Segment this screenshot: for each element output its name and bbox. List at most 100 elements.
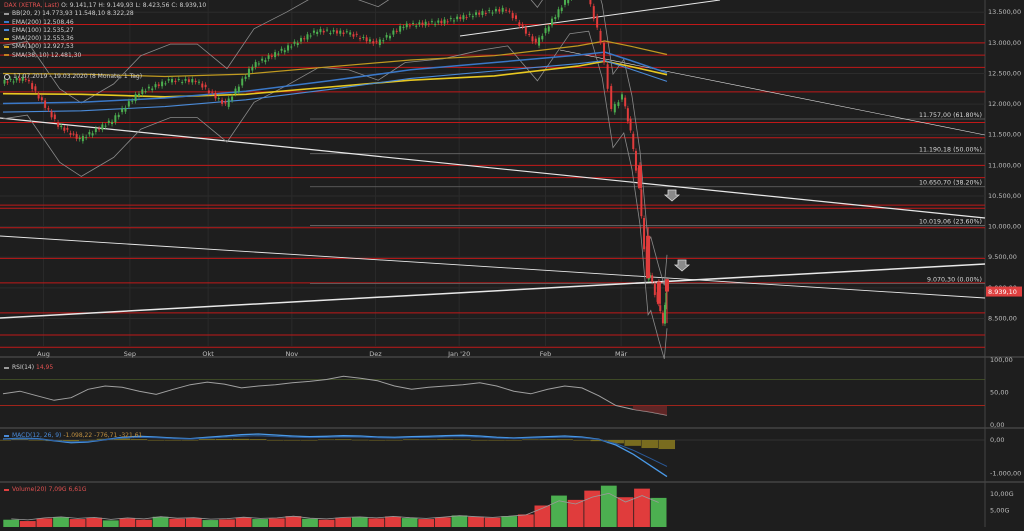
candle-body — [241, 78, 244, 86]
candle-body — [37, 94, 40, 99]
volume-bar — [418, 519, 435, 527]
macd-histogram-bar — [488, 440, 505, 441]
candle-body — [207, 90, 210, 93]
candle-body — [617, 102, 620, 106]
macd-histogram-bar — [386, 439, 403, 441]
candle-body — [399, 26, 402, 32]
indicator-legend-sma100[interactable]: SMA(100) 12.927,53 — [4, 43, 206, 51]
indicator-legend-sma200[interactable]: SMA(200) 12.553,36 — [4, 35, 206, 43]
macd-histogram-bar — [266, 440, 284, 441]
candle-body — [651, 275, 654, 282]
candle-body — [316, 31, 319, 34]
crash-candle-body — [656, 281, 661, 304]
macd-y-tick-label: 0,00 — [990, 436, 1004, 444]
candle-body — [184, 78, 187, 81]
candle-body — [237, 86, 240, 92]
candle-body — [224, 101, 227, 104]
volume-bar — [385, 516, 401, 527]
macd-histogram-bar — [300, 440, 318, 441]
macd-histogram-bar — [505, 440, 522, 441]
volume-bar — [252, 519, 269, 527]
macd-histogram-bar — [352, 439, 369, 441]
macd-histogram-bar — [403, 439, 420, 440]
indicator-legend-ema100[interactable]: EMA(100) 12.535,27 — [4, 27, 206, 35]
candle-body — [511, 13, 514, 19]
crash-candle-body — [665, 279, 669, 292]
candle-body — [171, 78, 174, 83]
macd-histogram-bar — [28, 440, 46, 441]
candle-body — [181, 82, 184, 84]
candle-body — [514, 15, 517, 19]
candle-body — [197, 81, 200, 83]
volume-bar — [185, 518, 202, 527]
candle-body — [415, 25, 418, 27]
indicator-legend-bb[interactable]: BB(20, 2) 14.773,93 11.548,10 8.322,28 — [4, 10, 206, 18]
chart-svg: 13.500,00 13.000,00 12.500,00 12.000,00 11.5… — [0, 0, 1024, 527]
macd-histogram-bar — [556, 439, 573, 440]
candle-body — [191, 78, 194, 83]
volume-bar — [451, 515, 468, 527]
candle-body — [47, 108, 50, 110]
y-tick-label: 10.000,00 — [988, 223, 1021, 231]
candle-body — [88, 132, 91, 135]
y-tick-label: 13.000,00 — [988, 39, 1021, 47]
candle-body — [247, 68, 250, 78]
candle-body — [227, 98, 230, 107]
candle-body — [6, 81, 9, 83]
candle-body — [392, 30, 395, 35]
candle-body — [505, 9, 508, 11]
volume-bar — [3, 519, 20, 527]
fibonacci-label: 9.070,30 (0.00%) — [927, 277, 982, 284]
candle-body — [643, 218, 646, 250]
candle-body — [44, 100, 47, 108]
candle-body — [157, 84, 160, 86]
clock-icon — [4, 73, 10, 80]
candle-body — [613, 104, 616, 113]
ohlc-low: L: 8.423,56 — [135, 2, 170, 9]
y-tick-label: 12.500,00 — [988, 69, 1021, 77]
volume-bar — [102, 520, 119, 527]
candle-body — [57, 122, 60, 127]
candle-body — [459, 16, 462, 19]
candle-body — [355, 33, 358, 35]
crash-candle-body — [638, 165, 643, 189]
candle-body — [498, 9, 501, 12]
candle-body — [296, 42, 299, 46]
rsi-y-tick-label: 0,00 — [990, 421, 1004, 429]
macd-histogram-bar — [624, 440, 641, 446]
candle-body — [427, 23, 430, 25]
candle-body — [144, 91, 147, 93]
x-tick-label: Mär — [615, 350, 628, 358]
fibonacci-label: 11.190,18 (50.00%) — [919, 147, 982, 154]
chart-root: 13.500,00 13.000,00 12.500,00 12.000,00 11.5… — [0, 0, 1024, 527]
candle-body — [468, 13, 471, 15]
rsi-legend: RSI(14) 14,95 — [4, 364, 53, 371]
candle-body — [261, 58, 264, 61]
indicator-legend-sma38[interactable]: SMA(38, 10) 12.481,30 — [4, 52, 206, 60]
x-tick-label: Nov — [285, 350, 298, 358]
candle-body — [395, 30, 398, 32]
x-tick-label: Feb — [540, 350, 552, 358]
candle-body — [659, 305, 662, 312]
indicator-legend-ema200[interactable]: EMA(200) 12.508,46 — [4, 19, 206, 27]
candle-body — [534, 38, 537, 43]
rsi-title: RSI(14) — [12, 364, 35, 371]
macd-histogram-bar — [454, 439, 471, 440]
volume-bar — [202, 520, 219, 527]
candle-body — [538, 37, 541, 46]
macd-histogram-bar — [79, 439, 97, 441]
macd-histogram-bar — [369, 440, 386, 441]
ohlc-close: C: 8.939,10 — [171, 2, 207, 9]
candle-body — [194, 80, 197, 83]
volume-bar — [368, 518, 385, 527]
candle-body — [312, 30, 315, 33]
candle-body — [94, 128, 97, 133]
date-range[interactable]: 17.07.2019 - 19.03.2020 (8 Monate, 1 Tag… — [4, 73, 142, 80]
candle-body — [75, 134, 78, 139]
volume-bar — [235, 517, 252, 527]
x-tick-label: Aug — [37, 350, 50, 358]
volume-bar — [53, 517, 69, 527]
candle-body — [653, 283, 656, 295]
candle-body — [592, 6, 595, 19]
date-range-detail: (8 Monate, 1 Tag) — [89, 73, 143, 80]
